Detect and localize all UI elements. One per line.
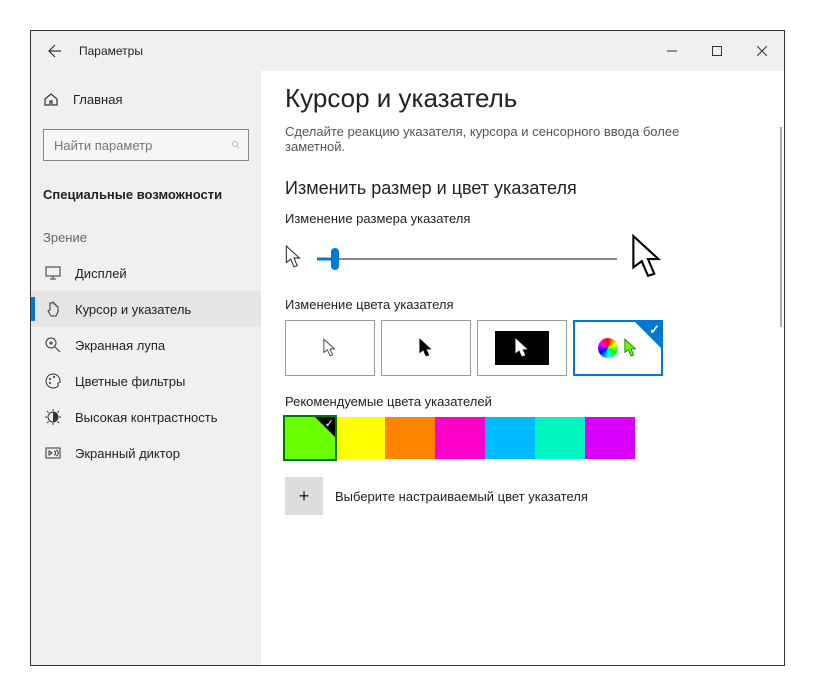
pointer-color-custom[interactable] [573,320,663,376]
swatch-lime[interactable] [285,417,335,459]
section-header: Специальные возможности [31,179,261,210]
app-title: Параметры [79,44,143,58]
group-label: Зрение [31,210,261,255]
content-area: Курсор и указатель Сделайте реакцию указ… [261,71,784,665]
close-icon [757,46,767,56]
pointer-size-label: Изменение размера указателя [285,211,760,226]
cursor-inverted-icon [515,338,529,358]
swatch-orange[interactable] [385,417,435,459]
cursor-white-icon [323,338,337,358]
pointer-color-options [285,320,760,376]
custom-color-label: Выберите настраиваемый цвет указателя [335,489,588,504]
nav-label: Курсор и указатель [75,302,191,317]
titlebar: Параметры [31,31,784,71]
selected-check-icon [635,322,661,348]
contrast-icon [43,409,63,425]
swatch-magenta[interactable] [585,417,635,459]
home-label: Главная [73,92,122,107]
cursor-black-icon [419,338,433,358]
sidebar-item-narrator[interactable]: Экранный диктор [31,435,261,471]
window-controls [649,35,784,67]
swatch-pink[interactable] [435,417,485,459]
sidebar-item-color-filters[interactable]: Цветные фильтры [31,363,261,399]
settings-window: Параметры Главная Специальные возможност… [30,30,785,666]
scroll-indicator[interactable] [780,127,782,327]
slider-track [317,258,617,260]
small-cursor-icon [285,245,303,272]
swatch-blue[interactable] [485,417,535,459]
sidebar-item-magnifier[interactable]: Экранная лупа [31,327,261,363]
custom-color-button[interactable]: + [285,477,323,515]
tick-icon [315,417,335,437]
home-icon [43,91,61,107]
pointer-size-row [285,234,760,283]
pointer-color-black[interactable] [381,320,471,376]
back-button[interactable] [39,35,71,67]
monitor-icon [43,265,63,281]
search-input[interactable] [52,137,232,154]
cursor-hand-icon [43,301,63,317]
search-box[interactable] [43,129,249,161]
pointer-color-label: Изменение цвета указателя [285,297,760,312]
nav-label: Высокая контрастность [75,410,218,425]
close-button[interactable] [739,35,784,67]
large-cursor-icon [631,234,665,283]
plus-icon: + [299,486,310,507]
nav-label: Экранная лупа [75,338,165,353]
custom-color-row: + Выберите настраиваемый цвет указателя [285,477,760,515]
sidebar-item-cursor[interactable]: Курсор и указатель [31,291,261,327]
swatch-yellow[interactable] [335,417,385,459]
recommended-colors-label: Рекомендуемые цвета указателей [285,394,760,409]
swatch-teal[interactable] [535,417,585,459]
back-arrow-icon [47,43,63,59]
recommended-color-swatches [285,417,760,459]
nav-label: Дисплей [75,266,127,281]
palette-icon [43,373,63,389]
maximize-icon [712,46,722,56]
magnifier-icon [43,337,63,353]
maximize-button[interactable] [694,35,739,67]
section-title: Изменить размер и цвет указателя [285,178,760,199]
sidebar-item-display[interactable]: Дисплей [31,255,261,291]
color-wheel-icon [598,338,618,358]
sidebar-item-high-contrast[interactable]: Высокая контрастность [31,399,261,435]
sidebar: Главная Специальные возможности Зрение Д… [31,71,261,665]
pointer-color-white[interactable] [285,320,375,376]
home-link[interactable]: Главная [31,83,261,115]
pointer-size-slider[interactable] [317,247,617,271]
minimize-button[interactable] [649,35,694,67]
nav-label: Цветные фильтры [75,374,185,389]
pointer-color-inverted[interactable] [477,320,567,376]
page-subtitle: Сделайте реакцию указателя, курсора и се… [285,124,705,154]
nav-label: Экранный диктор [75,446,180,461]
page-title: Курсор и указатель [285,83,760,114]
minimize-icon [667,46,677,56]
search-icon [232,138,240,152]
narrator-icon [43,445,63,461]
slider-thumb[interactable] [331,248,339,270]
inverted-bg [495,331,549,365]
